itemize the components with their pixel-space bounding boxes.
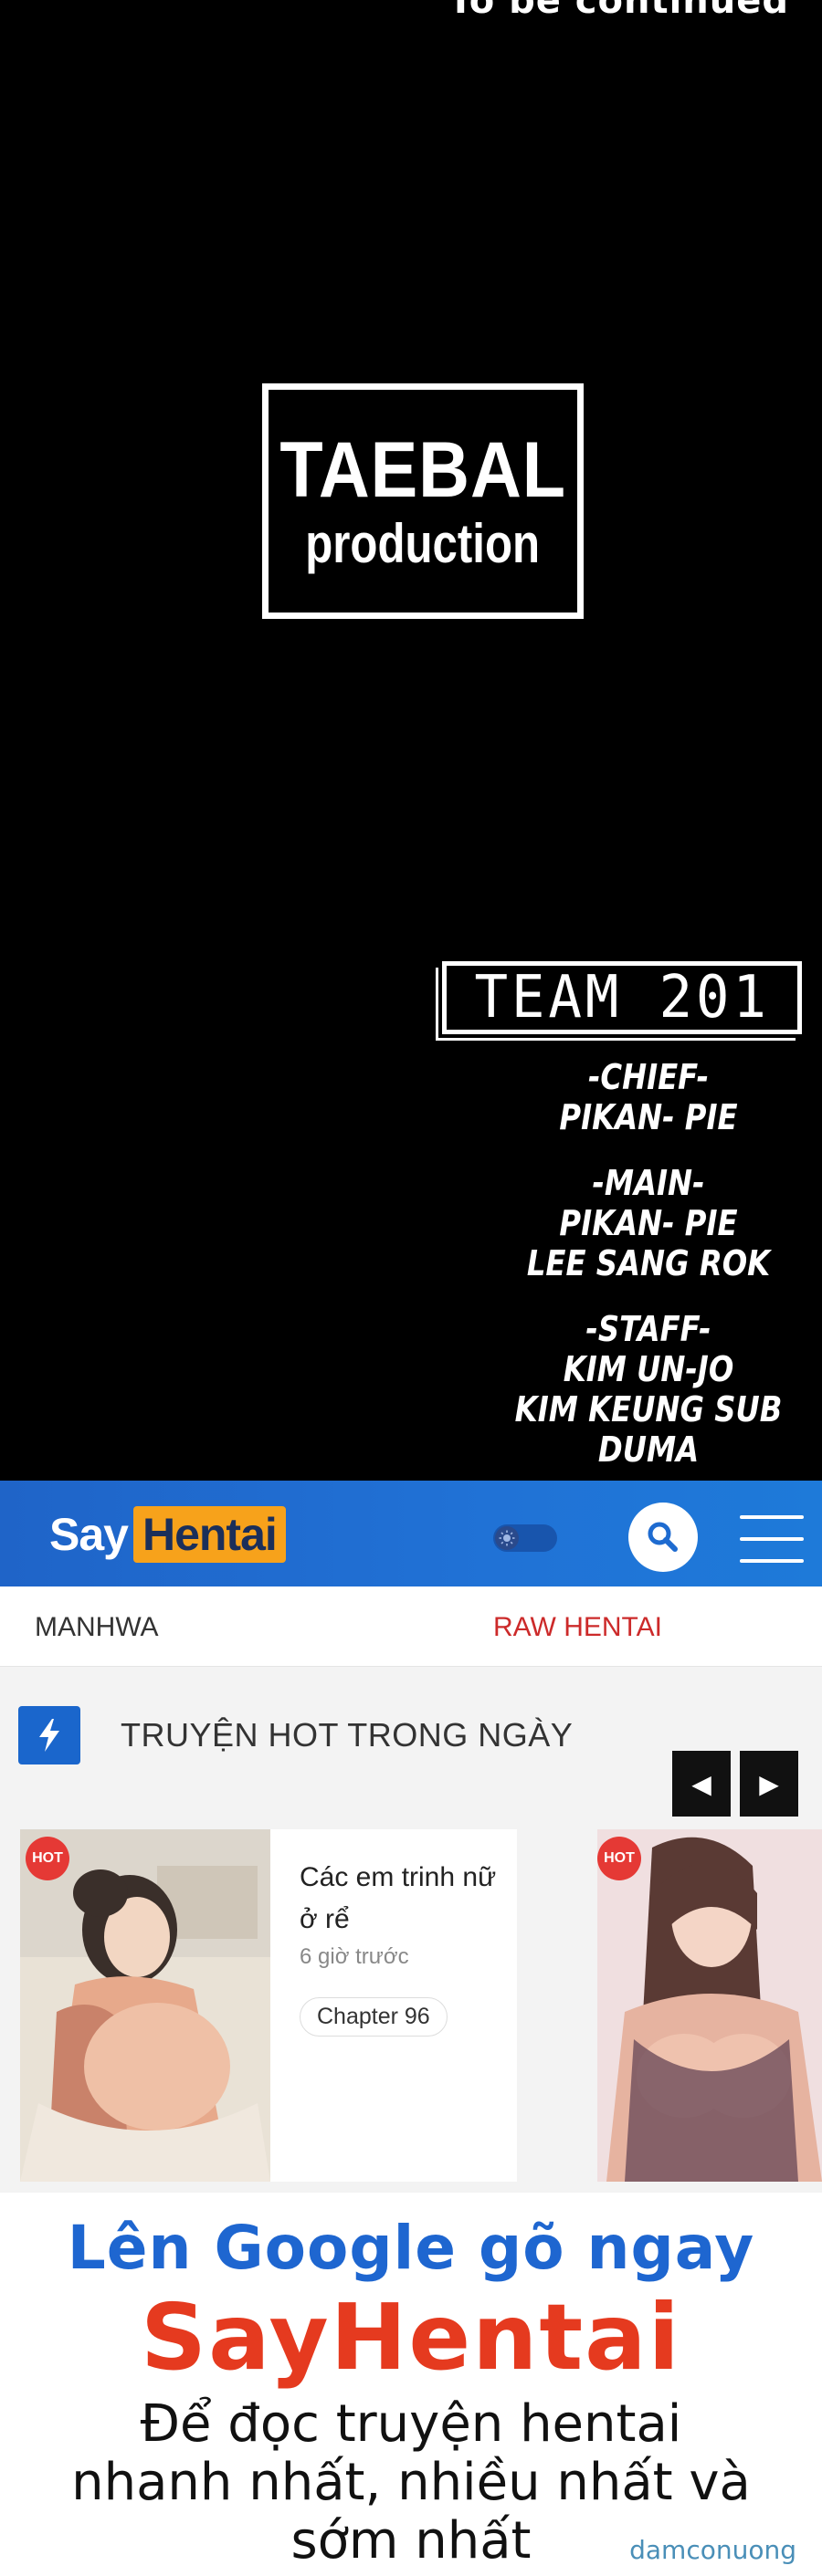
- site-header: Say Hentai: [0, 1481, 822, 1586]
- hamburger-icon-bar: [740, 1559, 804, 1563]
- credit-group-staff: -STAFF- KIM UN-JO KIM KEUNG SUB DUMA: [501, 1309, 796, 1470]
- chevron-left-icon: ◀: [691, 1769, 711, 1798]
- credit-name: DUMA: [597, 1429, 700, 1470]
- story-cover-image[interactable]: [20, 1829, 270, 2182]
- nav-item-raw-hentai[interactable]: RAW HENTAI: [493, 1612, 662, 1643]
- hot-badge: HOT: [597, 1837, 641, 1880]
- credits-list: -CHIEF- PIKAN- PIE -MAIN- PIKAN- PIE LEE…: [501, 1057, 796, 1481]
- credit-name: PIKAN- PIE: [559, 1097, 738, 1137]
- hot-badge: HOT: [26, 1837, 69, 1880]
- category-nav: MANHWA RAW HENTAI: [0, 1586, 822, 1667]
- studio-subtitle: production: [305, 512, 541, 574]
- team-title: TEAM 201: [474, 964, 770, 1031]
- promo-brand: SayHentai: [141, 2284, 681, 2391]
- promo-tagline-line: nhanh nhất, nhiều nhất và: [71, 2453, 751, 2512]
- hot-today-section: TRUYỆN HOT TRONG NGÀY ◀ ▶ HOT Các em tri: [0, 1667, 822, 2193]
- credit-role: -MAIN-: [592, 1163, 705, 1203]
- hamburger-icon-bar: [740, 1537, 804, 1541]
- team-title-box: TEAM 201: [442, 961, 802, 1034]
- site-logo[interactable]: Say Hentai: [49, 1506, 286, 1563]
- search-icon: [648, 1522, 678, 1552]
- credit-group-chief: -CHIEF- PIKAN- PIE: [501, 1057, 796, 1137]
- credit-role: -STAFF-: [585, 1309, 711, 1349]
- logo-hentai-text: Hentai: [132, 1506, 286, 1563]
- credit-name: LEE SANG ROK: [526, 1243, 771, 1283]
- nav-item-manhwa[interactable]: MANHWA: [35, 1612, 159, 1643]
- credit-role: -CHIEF-: [587, 1057, 710, 1097]
- sun-icon: [495, 1526, 519, 1550]
- search-button[interactable]: [628, 1503, 698, 1572]
- promo-headline: Lên Google gõ ngay: [67, 2213, 755, 2283]
- credit-name: KIM UN-JO: [563, 1349, 734, 1389]
- chevron-right-icon: ▶: [759, 1769, 779, 1798]
- studio-logo-box: TAEBAL production: [262, 383, 584, 619]
- studio-title: TAEBAL: [279, 425, 566, 514]
- hamburger-icon-bar: [740, 1515, 804, 1519]
- promo-banner: Lên Google gõ ngay SayHentai Để đọc truy…: [0, 2193, 822, 2576]
- section-header: TRUYỆN HOT TRONG NGÀY: [18, 1703, 573, 1767]
- story-cover-image[interactable]: [597, 1829, 822, 2182]
- story-updated-time: 6 giờ trước: [300, 1944, 409, 1969]
- chapter-button[interactable]: Chapter 96: [300, 1997, 448, 2037]
- credit-group-main: -MAIN- PIKAN- PIE LEE SANG ROK: [501, 1163, 796, 1283]
- story-info: Các em trinh nữ ở rể 6 giờ trước Chapter…: [300, 1857, 510, 2037]
- logo-say-text: Say: [49, 1509, 129, 1560]
- site-watermark: damconuong: [620, 2533, 806, 2567]
- to-be-continued-text: To be continued: [448, 0, 789, 22]
- story-title[interactable]: Các em trinh nữ ở rể: [300, 1857, 510, 1941]
- credit-name: PIKAN- PIE: [559, 1203, 738, 1243]
- story-card[interactable]: HOT: [597, 1829, 822, 2182]
- carousel-prev-button[interactable]: ◀: [672, 1751, 731, 1817]
- promo-tagline-line: Để đọc truyện hentai: [140, 2394, 682, 2454]
- section-title: TRUYỆN HOT TRONG NGÀY: [121, 1716, 574, 1754]
- theme-toggle[interactable]: [493, 1524, 557, 1552]
- carousel-next-button[interactable]: ▶: [740, 1751, 798, 1817]
- bolt-icon: [18, 1706, 80, 1764]
- story-card[interactable]: HOT Các em trinh nữ ở rể 6 giờ trước Cha…: [20, 1829, 517, 2182]
- hamburger-menu-button[interactable]: [740, 1515, 804, 1563]
- credit-name: KIM KEUNG SUB: [514, 1389, 783, 1429]
- comic-end-panel: To be continued TAEBAL production TEAM 2…: [0, 0, 822, 1481]
